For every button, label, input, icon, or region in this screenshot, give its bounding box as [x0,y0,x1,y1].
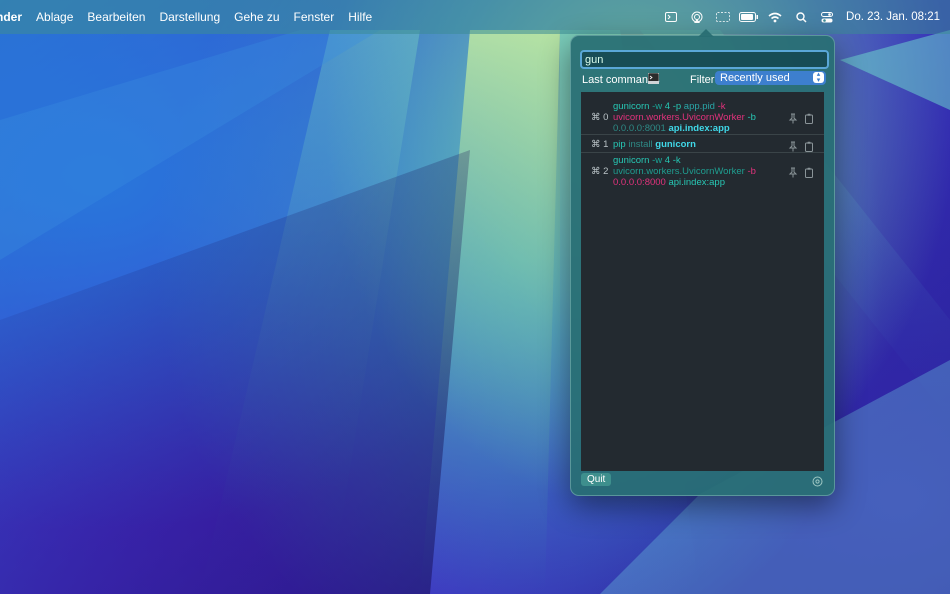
search-icon[interactable] [788,0,814,34]
wifi-icon[interactable] [762,0,788,34]
command-token: -w [649,101,665,112]
chevron-up-down-icon: ▴ ▾ [813,71,824,84]
command-token: -b [744,112,756,123]
command-text: gunicorn -w 4 -k uvicorn.workers.UvicornW… [613,155,763,188]
command-text: pip install gunicorn [613,139,763,150]
menu-left: nder Ablage Bearbeiten Darstellung Gehe … [0,0,379,34]
menu-app-name[interactable]: nder [0,10,29,24]
command-row[interactable]: ⌘ 2 gunicorn -w 4 -k uvicorn.workers.Uvic… [581,152,824,188]
menu-hilfe[interactable]: Hilfe [341,10,379,24]
command-shortcut: ⌘ 1 [591,139,609,150]
command-history-popover: Last commands Filter Recently used ▴▾ ⌘ … [570,29,835,496]
command-token: uvicorn.workers.UvicornWorker [613,112,745,123]
controls-row: Last commands Filter Recently used ▴ ▾ [582,71,826,90]
row-actions [788,111,814,129]
command-list[interactable]: ⌘ 0 gunicorn -w 4 -p app.pid -k uvicorn.w… [581,92,824,471]
copy-icon[interactable] [804,165,814,183]
command-token: -k [670,155,681,166]
menubar-clock[interactable]: Do. 23. Jan. 08:21 [846,11,940,23]
copy-icon[interactable] [804,111,814,129]
battery-icon[interactable] [736,0,762,34]
command-token: pip [613,139,626,150]
command-token: -p [670,101,684,112]
quit-button[interactable]: Quit [581,473,612,486]
filter-select[interactable]: Recently used ▴ ▾ [715,71,826,85]
command-row[interactable]: ⌘ 1 pip install gunicorn [581,134,824,153]
menu-gehe-zu[interactable]: Gehe zu [227,10,286,24]
command-row[interactable]: ⌘ 0 gunicorn -w 4 -p app.pid -k uvicorn.w… [581,92,824,135]
settings-icon[interactable] [812,474,823,492]
command-token: -b [744,166,756,177]
command-token: 0.0.0.0:8001 [613,123,666,134]
command-token: gunicorn [613,101,650,112]
menu-bearbeiten[interactable]: Bearbeiten [80,10,152,24]
menu-fenster[interactable]: Fenster [287,10,342,24]
command-token: install [625,139,656,150]
command-text: gunicorn -w 4 -p app.pid -k uvicorn.worke… [613,101,763,134]
command-token: gunicorn [613,155,650,166]
control-center-icon[interactable] [814,0,840,34]
menu-bar: nder Ablage Bearbeiten Darstellung Gehe … [0,0,950,34]
filter-selected-value: Recently used [720,72,790,84]
command-token: -k [714,101,726,112]
terminal-icon[interactable] [658,0,684,34]
command-shortcut: ⌘ 2 [591,166,609,177]
search-input[interactable] [580,50,829,69]
menu-darstellung[interactable]: Darstellung [152,10,227,24]
command-token: -w [649,155,665,166]
command-token: app.pid [683,101,715,112]
command-token: uvicorn.workers.UvicornWorker [613,166,745,177]
terminal-app-icon [647,72,660,87]
command-token: gunicorn [655,139,696,150]
command-token: 0.0.0.0:8000 [613,177,666,188]
popover-arrow [698,29,714,37]
command-token: api.index:app [665,177,725,188]
pin-icon[interactable] [788,165,798,183]
row-actions [788,165,814,183]
command-shortcut: ⌘ 0 [591,112,609,123]
pin-icon[interactable] [788,111,798,129]
menu-ablage[interactable]: Ablage [29,10,80,24]
command-token: api.index:app [665,123,730,134]
filter-label: Filter [690,74,715,86]
